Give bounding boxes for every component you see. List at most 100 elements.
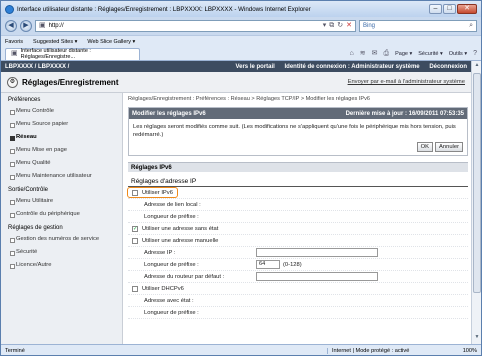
last-update: Dernière mise à jour : 16/09/2011 07:53:… — [345, 110, 464, 117]
manual-row: Utiliser une adresse manuelle — [128, 235, 468, 247]
stateful-row: Adresse avec état : — [128, 295, 468, 307]
web-content: LBPXXXX / LBPXXXX / Vers le portail Iden… — [1, 61, 471, 344]
settings-logo-icon: ⚙ — [7, 76, 18, 88]
default-router-input[interactable] — [256, 272, 378, 281]
page-header: ⚙ Réglages/Enregistrement Envoyer par e-… — [1, 72, 471, 93]
dhcpv6-row: Utiliser DHCPv6 — [128, 283, 468, 295]
printer-model: LBPXXXX / LBPXXXX / — [5, 63, 70, 70]
ip-address-input[interactable] — [256, 248, 378, 257]
search-input[interactable]: Bing ⌕ — [359, 20, 477, 32]
ip-address-row: Adresse IP : — [128, 247, 468, 259]
page-icon: ▣ — [11, 50, 18, 57]
vertical-scrollbar[interactable]: ▲ ▼ — [471, 61, 481, 344]
use-ipv6-label: Utiliser IPv6 — [142, 189, 173, 196]
compat-icon[interactable]: ⧉ — [329, 22, 334, 30]
dhcpv6-checkbox[interactable] — [132, 285, 138, 292]
prefix-range: (0-128) — [283, 261, 302, 268]
scroll-up-icon[interactable]: ▲ — [473, 62, 481, 71]
page-title: Réglages/Enregistrement — [22, 77, 119, 87]
ok-button[interactable]: OK — [416, 142, 434, 152]
help-icon[interactable]: ? — [473, 50, 477, 58]
home-icon[interactable]: ⌂ — [350, 50, 354, 58]
favorites-bar: Favoris Suggested Sites ▾ Web Slice Gall… — [1, 35, 481, 47]
use-ipv6-checkbox[interactable] — [132, 189, 138, 196]
sidebar-item-layout[interactable]: Menu Mise en page — [1, 144, 122, 157]
security-zone: Internet | Mode protégé : activé — [327, 347, 437, 354]
scroll-thumb[interactable] — [473, 73, 481, 293]
tab-label: Interface utilisateur distante : Réglage… — [20, 48, 91, 60]
back-button[interactable]: ◀ — [5, 20, 17, 32]
stateful-label: Adresse avec état : — [144, 297, 194, 304]
suggested-sites-link[interactable]: Suggested Sites ▾ — [33, 39, 77, 45]
url-input[interactable]: ▣ http:// ▾ ⧉ ↻ ✕ — [35, 20, 356, 32]
sidebar-item-network[interactable]: Réseau — [1, 131, 122, 144]
window-title: Interface utilisateur distante : Réglage… — [17, 5, 311, 13]
maximize-button[interactable]: □ — [443, 4, 456, 14]
tab-bar: ▣ Interface utilisateur distante : Régla… — [1, 47, 481, 61]
email-admin-link[interactable]: Envoyer par e-mail à l'administrateur sy… — [348, 79, 465, 85]
dhcpv6-label: Utiliser DHCPv6 — [142, 285, 184, 292]
panel-body: Les réglages seront modifiés comme suit.… — [129, 119, 467, 155]
favorites-button[interactable]: Favoris — [5, 39, 23, 45]
close-button[interactable]: ✕ — [457, 4, 477, 14]
minimize-button[interactable]: – — [429, 4, 442, 14]
scroll-down-icon[interactable]: ▼ — [473, 334, 481, 343]
subsection-title: Réglages d'adresse IP — [128, 176, 468, 187]
mail-icon[interactable]: ✉ — [372, 50, 378, 58]
login-identity: Identité de connexion : Administrateur s… — [284, 63, 420, 70]
security-menu[interactable]: Sécurité ▾ — [418, 51, 442, 57]
cancel-button[interactable]: Annuler — [435, 142, 463, 152]
default-router-label: Adresse du routeur par défaut : — [144, 273, 225, 280]
url-text: http:// — [48, 23, 64, 29]
feeds-icon[interactable]: ≋ — [360, 50, 366, 58]
refresh-icon[interactable]: ↻ — [337, 22, 343, 30]
search-icon[interactable]: ⌕ — [469, 22, 473, 30]
page-menu[interactable]: Page ▾ — [395, 51, 412, 57]
ie-logo-icon — [5, 4, 14, 14]
sidebar-group-output: Sortie/Contrôle — [8, 187, 49, 193]
sidebar-item-user-maintenance[interactable]: Menu Maintenance utilisateur — [1, 170, 122, 183]
info-message: Les réglages seront modifiés comme suit.… — [133, 124, 456, 138]
logout-link[interactable]: Déconnexion — [429, 64, 467, 70]
status-text: Terminé — [5, 347, 25, 354]
stateless-label: Utiliser une adresse sans état — [142, 225, 219, 232]
sidebar-group-management: Réglages de gestion — [8, 225, 63, 231]
prefix-length-input[interactable]: 64 — [256, 260, 280, 269]
link-local-prefix-label: Longueur de préfixe : — [144, 213, 199, 220]
tab-remote-ui[interactable]: ▣ Interface utilisateur distante : Régla… — [5, 47, 140, 60]
panel-header: Modifier les réglages IPv6 Dernière mise… — [129, 108, 467, 119]
sidebar-item-device-control[interactable]: Contrôle du périphérique — [1, 208, 122, 221]
sidebar-item-license[interactable]: Licence/Autre — [1, 259, 122, 272]
stateful-prefix-row: Longueur de préfixe : — [128, 307, 468, 319]
browser-window: Interface utilisateur distante : Réglage… — [0, 0, 482, 356]
sidebar-item-utility[interactable]: Menu Utilitaire — [1, 195, 122, 208]
manual-checkbox[interactable] — [132, 237, 138, 244]
print-icon[interactable]: ⎙ — [384, 50, 390, 58]
button-row: OK Annuler — [133, 142, 463, 152]
sidebar-item-department-id[interactable]: Gestion des numéros de service — [1, 233, 122, 246]
forward-button[interactable]: ▶ — [20, 20, 32, 32]
page-icon: ▣ — [39, 22, 46, 29]
top-links: Vers le portail Identité de connexion : … — [227, 64, 467, 70]
sidebar-item-paper-source[interactable]: Menu Source papier — [1, 118, 122, 131]
address-bar: ◀ ▶ ▣ http:// ▾ ⧉ ↻ ✕ Bing ⌕ — [1, 17, 481, 35]
web-slice-gallery-link[interactable]: Web Slice Gallery ▾ — [87, 39, 135, 45]
status-bar: Terminé Internet | Mode protégé : activé… — [1, 344, 481, 355]
search-placeholder: Bing — [363, 23, 376, 29]
stateless-checkbox[interactable]: ✓ — [132, 225, 138, 232]
breadcrumb: Réglages/Enregistrement : Préférences : … — [128, 96, 371, 102]
sidebar-item-security[interactable]: Sécurité — [1, 246, 122, 259]
top-navigation: LBPXXXX / LBPXXXX / Vers le portail Iden… — [1, 61, 471, 72]
sidebar-item-quality[interactable]: Menu Qualité — [1, 157, 122, 170]
tools-menu[interactable]: Outils ▾ — [449, 51, 467, 57]
use-ipv6-row: Utiliser IPv6 — [127, 187, 468, 199]
use-ipv6-highlight: Utiliser IPv6 — [127, 187, 178, 198]
main-content: Réglages/Enregistrement : Préférences : … — [127, 93, 468, 344]
sidebar-item-control-menu[interactable]: Menu Contrôle — [1, 105, 122, 118]
zoom-level[interactable]: 100% — [437, 348, 477, 354]
edit-panel: Modifier les réglages IPv6 Dernière mise… — [128, 107, 468, 156]
dropdown-icon[interactable]: ▾ — [323, 22, 327, 30]
portal-link[interactable]: Vers le portail — [235, 64, 274, 70]
stop-icon[interactable]: ✕ — [346, 22, 352, 30]
command-bar: ⌂ ≋ ✉ ⎙ Page ▾ Sécurité ▾ Outils ▾ ? — [350, 50, 477, 58]
